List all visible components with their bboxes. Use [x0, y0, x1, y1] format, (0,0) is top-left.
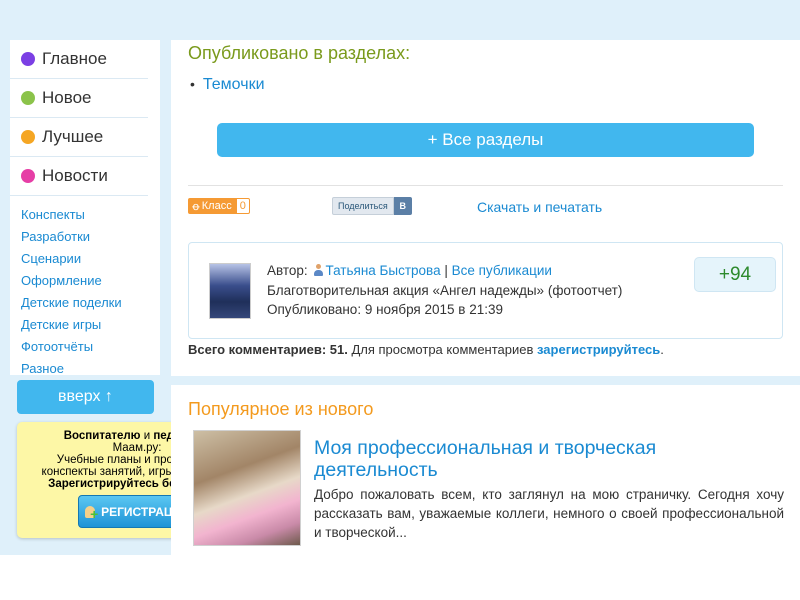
add-user-icon [84, 504, 98, 520]
category-link[interactable]: Темочки [190, 76, 265, 94]
promo-bold: Воспитателю [63, 430, 141, 442]
sidebar-link-fotootchety[interactable]: Фотоотчёты [21, 336, 160, 358]
divider [188, 185, 783, 186]
comments-end: . [660, 342, 664, 357]
comments-count: Всего комментариев: 51. [188, 342, 348, 357]
comments-text: Для просмотра комментариев [347, 342, 538, 357]
link-label[interactable]: Сценарии [21, 251, 81, 266]
sidebar-item-label: Главное [42, 49, 107, 68]
vk-icon: B [393, 197, 412, 215]
sidebar-main-nav: Главное Новое Лучшее Новости [10, 40, 160, 196]
link-label[interactable]: Разработки [21, 229, 90, 244]
sidebar: Главное Новое Лучшее Новости Конспекты Р… [10, 40, 160, 376]
publication-title: Благотворительная акция «Ангел надежды» … [267, 283, 623, 298]
link-label[interactable]: Детские поделки [21, 295, 122, 310]
all-publications-link[interactable]: Все публикации [452, 263, 552, 278]
ok-icon: ꝋ [192, 200, 200, 213]
link-label[interactable]: Фотоотчёты [21, 339, 93, 354]
sidebar-item-label: Лучшее [42, 127, 104, 146]
sidebar-link-podelki[interactable]: Детские поделки [21, 292, 160, 314]
article-excerpt: Добро пожаловать всем, кто заглянул на м… [314, 487, 784, 540]
sidebar-link-razrabotki[interactable]: Разработки [21, 226, 160, 248]
category-list: Темочки [190, 76, 265, 94]
author-avatar[interactable] [209, 263, 251, 319]
green-dot-icon [21, 91, 35, 105]
link-label[interactable]: Разное [21, 361, 64, 376]
odnoklassniki-share-button[interactable]: ꝋ Класс 0 [188, 198, 250, 214]
scroll-up-button[interactable]: вверх ↑ [17, 380, 154, 414]
popular-title: Популярное из нового [188, 399, 374, 419]
sidebar-item-label: Новости [42, 166, 108, 185]
author-box: Автор: Татьяна Быстрова | Все публикации… [188, 242, 783, 339]
sidebar-item-label: Новое [42, 88, 92, 107]
download-print-link[interactable]: Скачать и печатать [477, 199, 602, 215]
author-divider: | [440, 263, 452, 278]
article-headline-link[interactable]: Моя профессиональная и творческая деятел… [314, 437, 784, 481]
user-icon [313, 264, 324, 276]
sidebar-link-igry[interactable]: Детские игры [21, 314, 160, 336]
promo-text: и [140, 430, 154, 442]
sidebar-item-new[interactable]: Новое [10, 79, 148, 118]
sidebar-item-main[interactable]: Главное [10, 40, 148, 79]
link-label[interactable]: Конспекты [21, 207, 85, 222]
ok-label-text: Класс [201, 200, 232, 212]
publication-date: Опубликовано: 9 ноября 2015 в 21:39 [267, 302, 503, 317]
author-line: Автор: Татьяна Быстрова | Все публикации [267, 263, 552, 278]
all-sections-button[interactable]: + Все разделы [217, 123, 754, 157]
sidebar-link-raznoe[interactable]: Разное [21, 358, 160, 380]
vk-share-button[interactable]: Поделиться B [332, 197, 412, 215]
pink-dot-icon [21, 169, 35, 183]
category-label[interactable]: Темочки [203, 76, 265, 93]
orange-dot-icon [21, 130, 35, 144]
section-title: Опубликовано в разделах: [188, 43, 411, 63]
sidebar-link-oformlenie[interactable]: Оформление [21, 270, 160, 292]
comments-info: Всего комментариев: 51. Для просмотра ко… [188, 342, 664, 357]
sidebar-category-links: Конспекты Разработки Сценарии Оформление… [10, 204, 160, 380]
article-thumbnail[interactable] [193, 430, 301, 546]
publication-card: Опубликовано в разделах: Темочки + Все р… [171, 40, 800, 376]
register-link[interactable]: зарегистрируйтесь [537, 342, 660, 357]
sidebar-item-news[interactable]: Новости [10, 157, 148, 196]
sidebar-item-best[interactable]: Лучшее [10, 118, 148, 157]
popular-section: Популярное из нового Моя профессиональна… [171, 385, 800, 555]
sidebar-link-scenarii[interactable]: Сценарии [21, 248, 160, 270]
rating-badge[interactable]: +94 [694, 257, 776, 292]
ok-label: ꝋ Класс [188, 198, 236, 214]
sidebar-link-konspekty[interactable]: Конспекты [21, 204, 160, 226]
purple-dot-icon [21, 52, 35, 66]
ok-count: 0 [235, 198, 250, 214]
link-label[interactable]: Детские игры [21, 317, 101, 332]
link-label[interactable]: Оформление [21, 273, 102, 288]
author-prefix: Автор: [267, 263, 308, 278]
vk-label: Поделиться [332, 197, 394, 215]
author-name-link[interactable]: Татьяна Быстрова [325, 263, 440, 278]
